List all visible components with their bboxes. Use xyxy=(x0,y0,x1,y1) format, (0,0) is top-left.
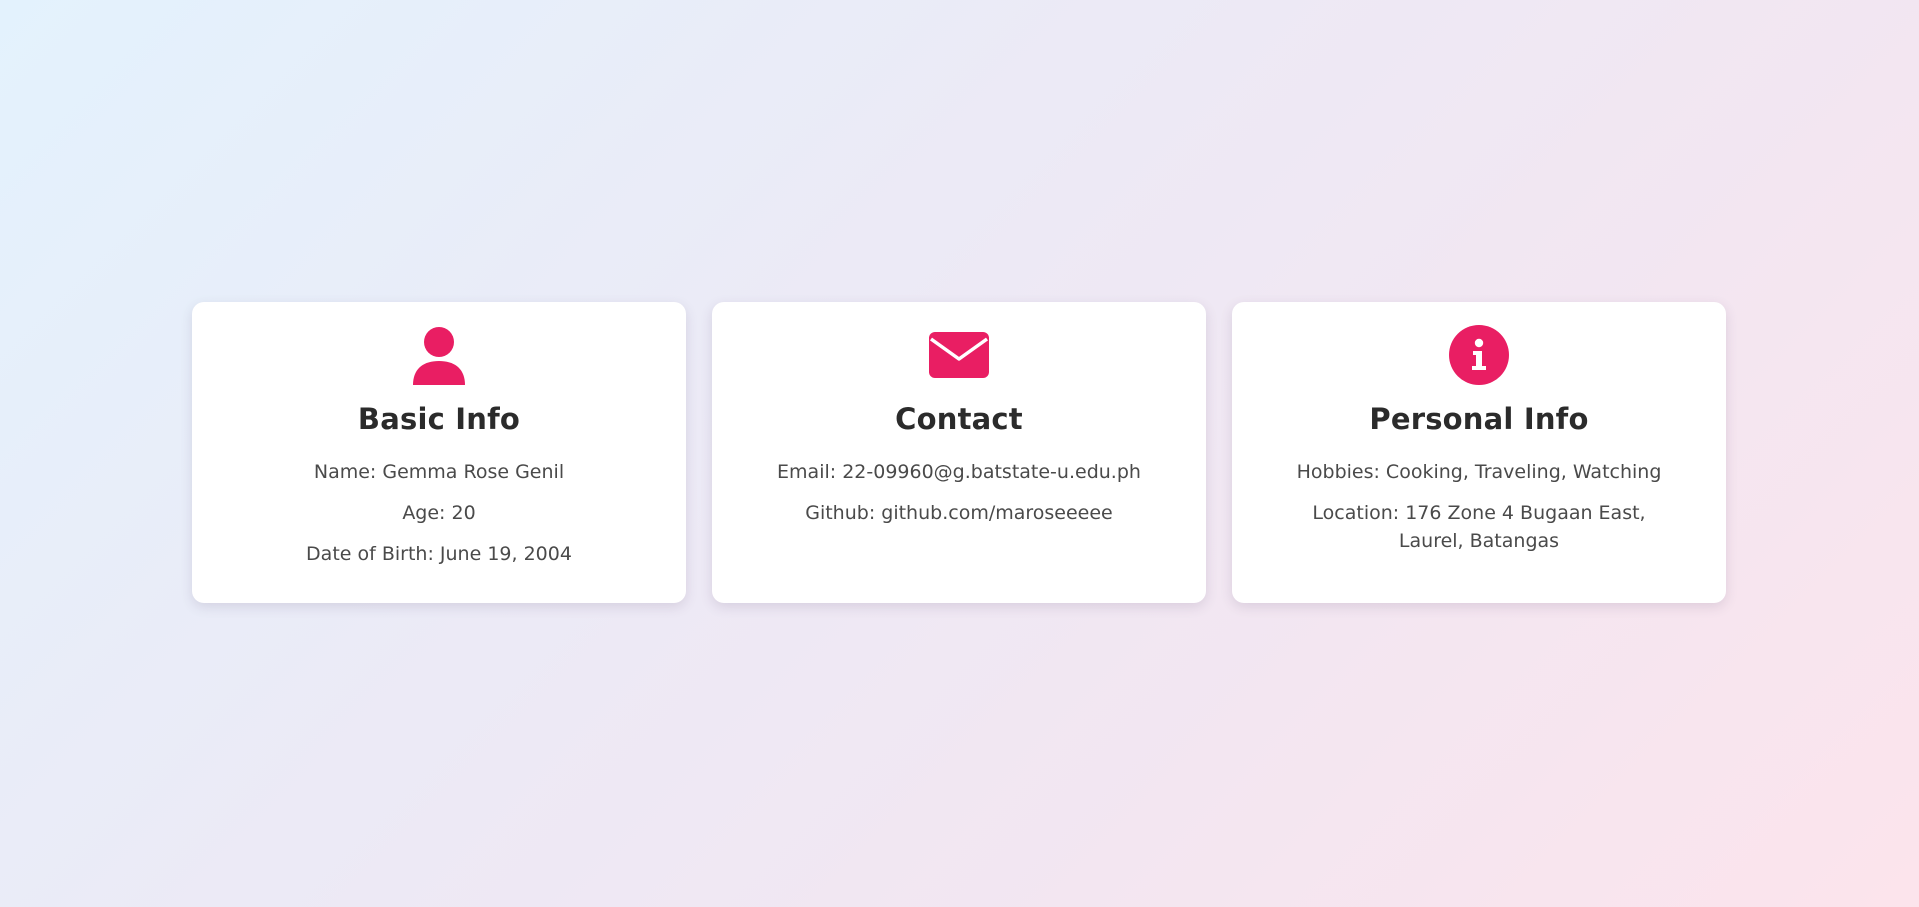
info-cards-container: Basic Info Name: Gemma Rose Genil Age: 2… xyxy=(192,302,1726,603)
hobbies-text: Hobbies: Cooking, Traveling, Watching xyxy=(1296,461,1662,483)
email-text: Email: 22-09960@g.batstate-u.edu.ph xyxy=(777,461,1141,483)
card-details: Hobbies: Cooking, Traveling, Watching Lo… xyxy=(1232,458,1726,555)
card-basic-info: Basic Info Name: Gemma Rose Genil Age: 2… xyxy=(192,302,686,603)
envelope-icon xyxy=(929,325,989,385)
date-of-birth-text: Date of Birth: June 19, 2004 xyxy=(306,543,572,565)
info-icon xyxy=(1449,325,1509,385)
card-details: Email: 22-09960@g.batstate-u.edu.ph Gith… xyxy=(712,458,1206,527)
card-contact: Contact Email: 22-09960@g.batstate-u.edu… xyxy=(712,302,1206,603)
card-title: Basic Info xyxy=(357,402,521,436)
card-title: Personal Info xyxy=(1369,402,1589,436)
user-icon xyxy=(409,325,469,385)
card-title: Contact xyxy=(895,402,1023,436)
name-text: Name: Gemma Rose Genil xyxy=(313,461,565,483)
card-personal-info: Personal Info Hobbies: Cooking, Travelin… xyxy=(1232,302,1726,603)
age-text: Age: 20 xyxy=(402,502,476,524)
github-text: Github: github.com/maroseeeee xyxy=(805,502,1113,524)
card-details: Name: Gemma Rose Genil Age: 20 Date of B… xyxy=(192,458,686,568)
location-text: Location: 176 Zone 4 Bugaan East, Laurel… xyxy=(1312,502,1646,552)
